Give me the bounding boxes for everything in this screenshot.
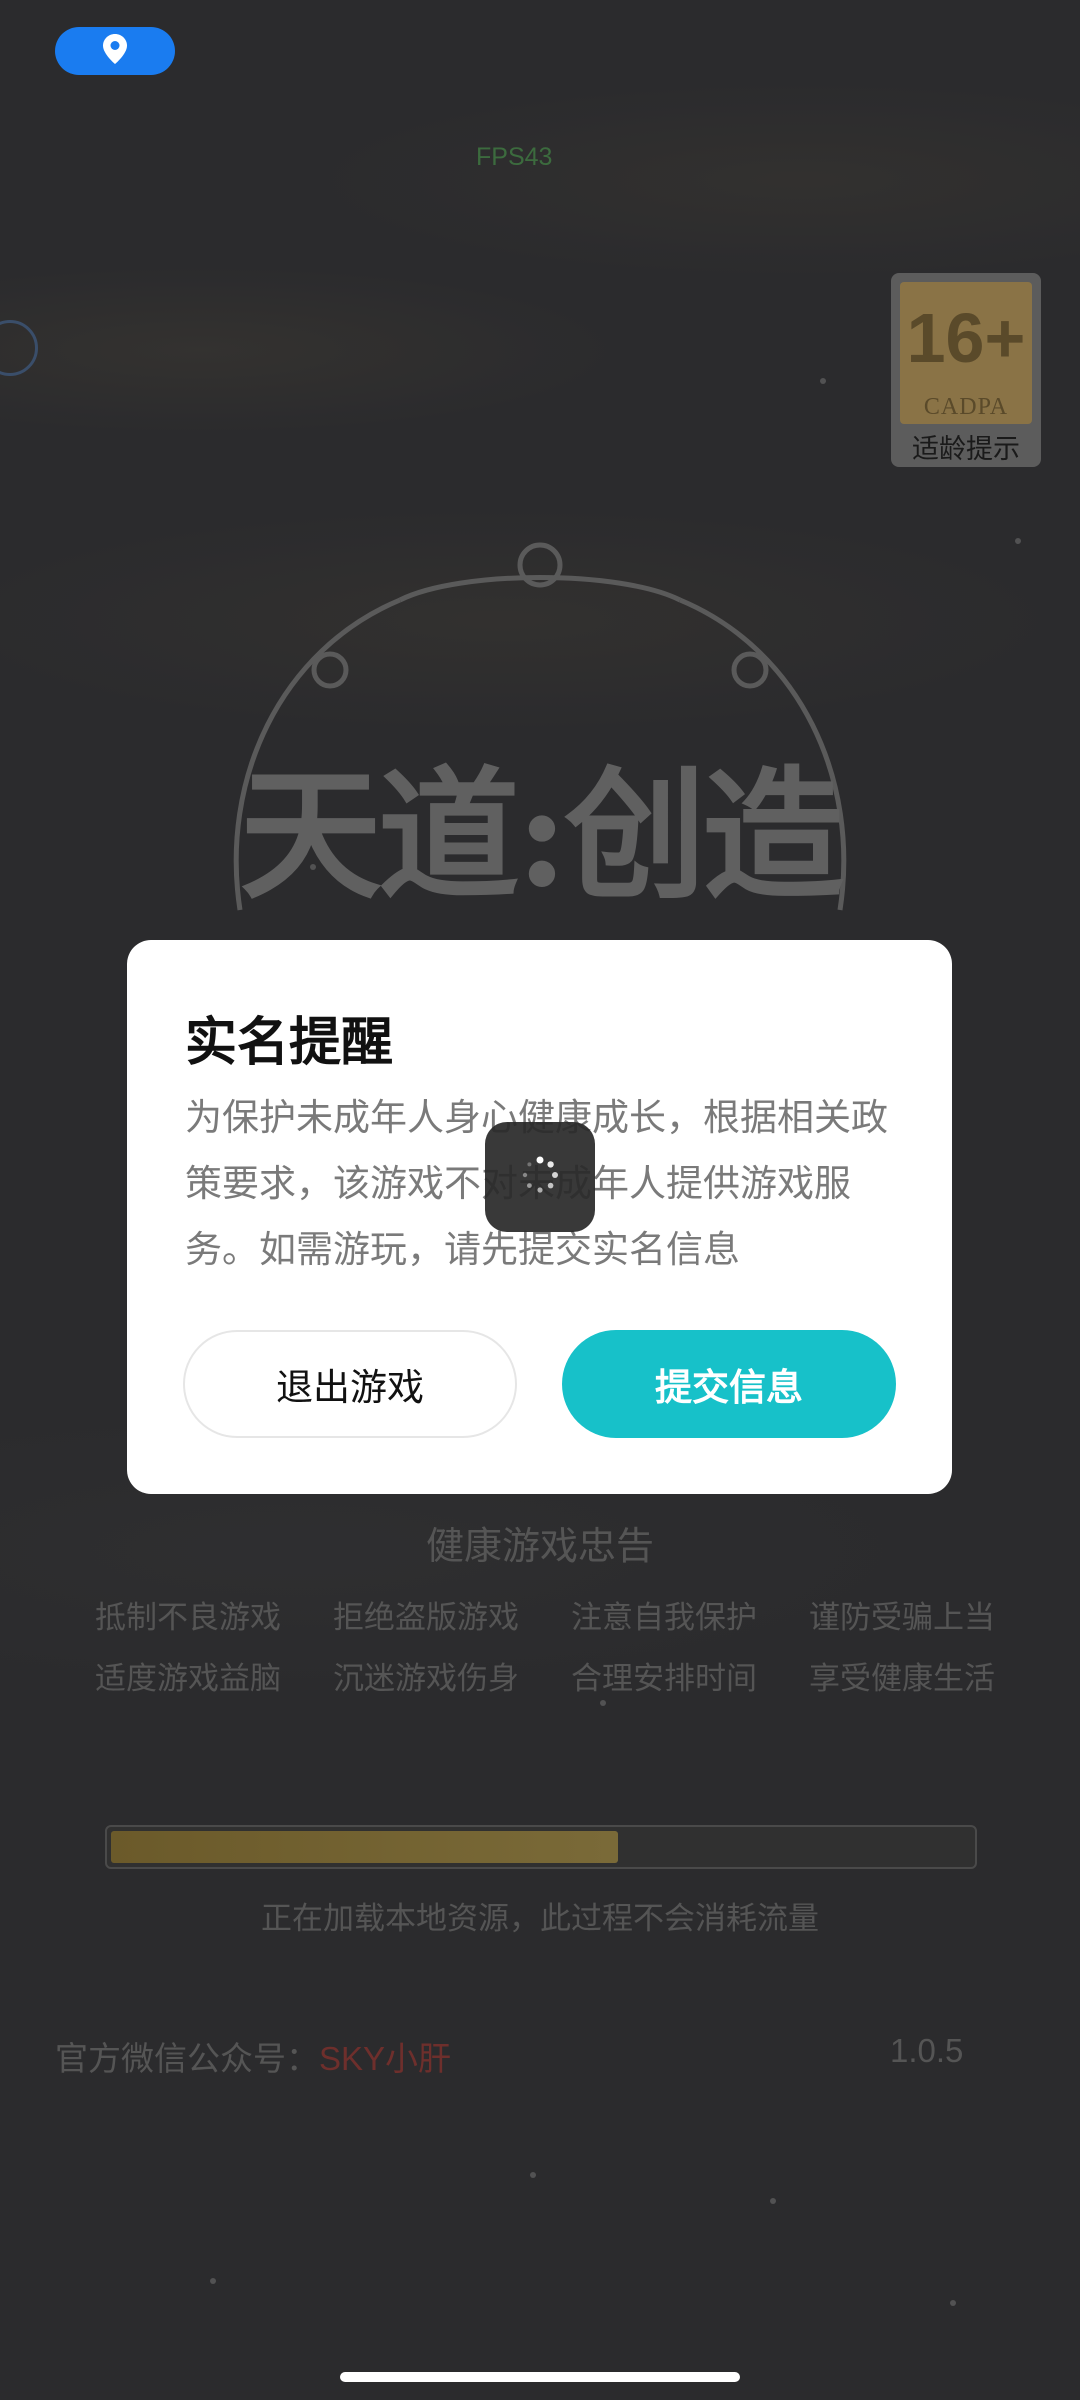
health-notice-row-1: 抵制不良游戏 拒绝盗版游戏 注意自我保护 谨防受骗上当 — [95, 1592, 995, 1637]
submit-info-button[interactable]: 提交信息 — [562, 1330, 896, 1438]
health-notice-item: 享受健康生活 — [809, 1661, 995, 1697]
home-indicator[interactable] — [340, 2372, 740, 2382]
location-button[interactable] — [55, 27, 175, 75]
age-rating-label: 适龄提示 — [912, 434, 1020, 465]
loading-spinner — [485, 1122, 595, 1232]
dialog-title: 实名提醒 — [185, 1013, 394, 1073]
health-notice-item: 注意自我保护 — [571, 1600, 757, 1636]
wechat-label: 官方微信公众号： — [55, 2039, 319, 2078]
wechat-info: 官方微信公众号：SKY小肝 — [55, 2032, 451, 2080]
age-rating-badge: 16+ CADPA 适龄提示 — [891, 273, 1041, 467]
health-notice-item: 抵制不良游戏 — [95, 1600, 281, 1636]
health-notice-item: 谨防受骗上当 — [809, 1600, 995, 1636]
health-notice-item: 适度游戏益脑 — [95, 1661, 281, 1697]
location-pin-icon — [102, 33, 128, 69]
health-notice-row-2: 适度游戏益脑 沉迷游戏伤身 合理安排时间 享受健康生活 — [95, 1653, 995, 1698]
health-notice-title: 健康游戏忠告 — [425, 1524, 654, 1568]
health-notice-item: 拒绝盗版游戏 — [333, 1600, 519, 1636]
health-notice-item: 沉迷游戏伤身 — [333, 1661, 519, 1697]
loading-spinner-icon — [520, 1155, 560, 1199]
age-rating-org: CADPA — [923, 394, 1009, 420]
loading-status-text: 正在加载本地资源，此过程不会消耗流量 — [261, 1901, 819, 1937]
version-label: 1.0.5 — [890, 2032, 964, 2069]
exit-game-button[interactable]: 退出游戏 — [183, 1330, 517, 1438]
health-notice-item: 合理安排时间 — [571, 1661, 757, 1697]
fps-counter: FPS43 — [476, 143, 553, 171]
loading-progress-bar — [105, 1825, 977, 1869]
loading-progress-fill — [111, 1831, 619, 1863]
wechat-account: SKY小肝 — [319, 2040, 452, 2077]
game-title-logo: 天道:创造 — [239, 753, 844, 919]
age-rating-number: 16+ — [906, 299, 1026, 377]
